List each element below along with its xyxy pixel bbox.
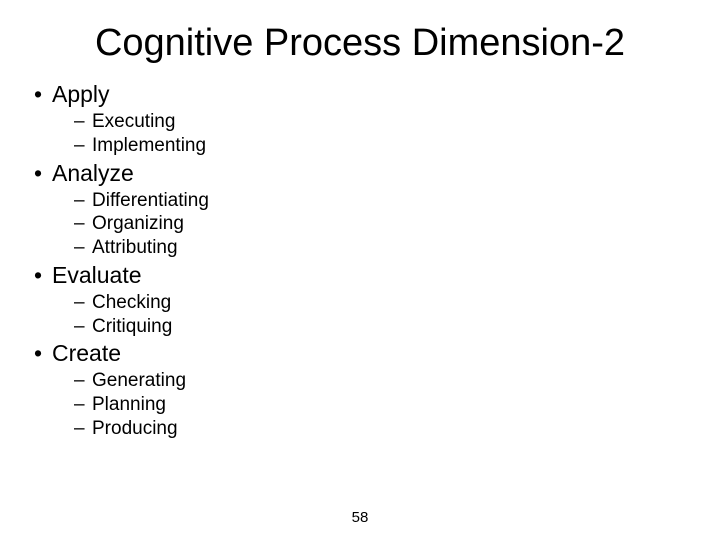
dash-icon: – (74, 134, 85, 158)
sublist-item: – Critiquing (34, 315, 720, 339)
dash-icon: – (74, 110, 85, 134)
sublist-item-label: Checking (92, 292, 171, 313)
dash-icon: – (74, 417, 85, 441)
bullet-icon: • (34, 260, 42, 291)
sublist-item-label: Attributing (92, 237, 178, 258)
sublist-item-label: Planning (92, 394, 166, 415)
sublist-item-label: Generating (92, 370, 186, 391)
sublist-item: – Implementing (34, 134, 720, 158)
list-item: • Create (34, 338, 720, 369)
list-item: • Apply (34, 79, 720, 110)
dash-icon: – (74, 369, 85, 393)
sublist-item: – Attributing (34, 236, 720, 260)
dash-icon: – (74, 315, 85, 339)
slide-title: Cognitive Process Dimension-2 (0, 0, 720, 75)
sublist-item: – Executing (34, 110, 720, 134)
list-item-label: Apply (52, 81, 110, 107)
list-item-label: Evaluate (52, 262, 142, 288)
list-item: • Analyze (34, 158, 720, 189)
list-item: • Evaluate (34, 260, 720, 291)
sublist-item: – Differentiating (34, 189, 720, 213)
sublist-item-label: Organizing (92, 213, 184, 234)
slide: Cognitive Process Dimension-2 • Apply – … (0, 0, 720, 540)
sublist-item-label: Critiquing (92, 316, 172, 337)
dash-icon: – (74, 393, 85, 417)
dash-icon: – (74, 212, 85, 236)
sublist-item-label: Producing (92, 418, 178, 439)
list-item-label: Create (52, 340, 121, 366)
sublist-item: – Producing (34, 417, 720, 441)
bullet-icon: • (34, 158, 42, 189)
list-item-label: Analyze (52, 160, 134, 186)
dash-icon: – (74, 189, 85, 213)
page-number: 58 (0, 509, 720, 526)
sublist-item-label: Differentiating (92, 190, 209, 211)
bullet-icon: • (34, 338, 42, 369)
sublist-item-label: Executing (92, 111, 175, 132)
sublist-item: – Planning (34, 393, 720, 417)
sublist-item: – Organizing (34, 212, 720, 236)
dash-icon: – (74, 236, 85, 260)
sublist-item: – Generating (34, 369, 720, 393)
sublist-item-label: Implementing (92, 135, 206, 156)
slide-content: • Apply – Executing – Implementing • Ana… (0, 75, 720, 441)
bullet-icon: • (34, 79, 42, 110)
sublist-item: – Checking (34, 291, 720, 315)
dash-icon: – (74, 291, 85, 315)
